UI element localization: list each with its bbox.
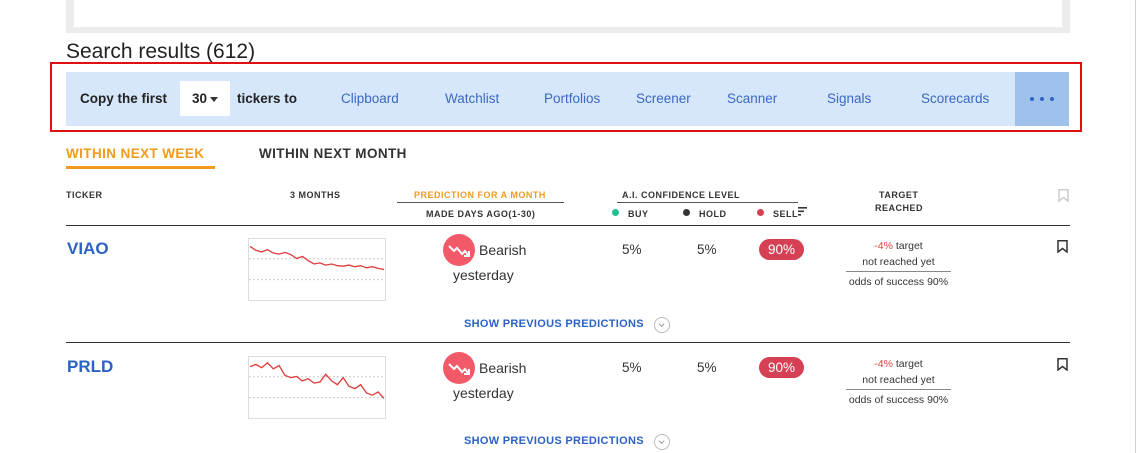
scrollbar-edge[interactable]	[1135, 0, 1136, 453]
odds-of-success: odds of success 90%	[848, 394, 949, 406]
page-title: Search results (612)	[66, 40, 256, 63]
copy-tickers-bar: Copy the first 30 tickers to Clipboard W…	[66, 72, 1069, 126]
header-divider	[617, 202, 798, 203]
ticker-link[interactable]: PRLD	[67, 357, 113, 377]
target-status: not reached yet	[846, 255, 951, 272]
prediction-made: yesterday	[453, 385, 514, 401]
buy-confidence: 5%	[622, 360, 642, 375]
target-pct: -4%	[874, 358, 893, 370]
copy-to-scanner-link[interactable]: Scanner	[727, 91, 777, 106]
prediction-label: Bearish	[479, 242, 527, 258]
buy-confidence: 5%	[622, 242, 642, 257]
copy-to-scorecards-link[interactable]: Scorecards	[921, 91, 989, 106]
header-prediction: PREDICTION FOR A MONTH	[414, 190, 546, 200]
bookmark-icon[interactable]	[1057, 240, 1068, 253]
hold-dot-icon	[683, 209, 690, 216]
sort-icon[interactable]	[798, 206, 808, 216]
ellipsis-icon	[1030, 97, 1034, 101]
sell-confidence-badge: 90%	[759, 239, 804, 260]
target-word: target	[895, 240, 923, 252]
sell-dot-icon	[757, 209, 764, 216]
row-divider	[66, 342, 1070, 343]
ellipsis-dot	[1040, 97, 1044, 101]
ticker-link[interactable]: VIAO	[67, 239, 109, 259]
chevron-down-icon[interactable]	[654, 317, 670, 333]
copy-to-signals-link[interactable]: Signals	[827, 91, 871, 106]
bearish-icon	[443, 234, 475, 266]
ticker-count-select[interactable]: 30	[180, 81, 230, 116]
odds-of-success: odds of success 90%	[848, 276, 949, 288]
bearish-icon	[443, 352, 475, 384]
target-reached-box: -4% target not reached yet odds of succe…	[846, 238, 951, 290]
copy-to-clipboard-link[interactable]: Clipboard	[341, 91, 399, 106]
more-options-button[interactable]	[1015, 72, 1069, 126]
tab-within-next-month[interactable]: WITHIN NEXT MONTH	[259, 146, 407, 161]
prediction-made: yesterday	[453, 267, 514, 283]
top-panel-frame	[66, 0, 1070, 33]
sparkline-frame	[248, 356, 386, 419]
sparkline-chart	[248, 356, 386, 419]
show-previous-predictions-link[interactable]: SHOW PREVIOUS PREDICTIONS	[464, 435, 644, 447]
header-hold: HOLD	[699, 209, 727, 219]
target-reached-box: -4% target not reached yet odds of succe…	[846, 356, 951, 408]
header-sell[interactable]: SELL	[773, 209, 798, 219]
sparkline-frame	[248, 238, 386, 301]
active-tab-underline	[66, 166, 215, 169]
header-target: TARGET	[879, 190, 919, 200]
hold-confidence: 5%	[697, 242, 717, 257]
copy-to-portfolios-link[interactable]: Portfolios	[544, 91, 600, 106]
target-status: not reached yet	[846, 373, 951, 390]
ellipsis-dot	[1050, 97, 1054, 101]
prediction-label: Bearish	[479, 360, 527, 376]
tab-within-next-week[interactable]: WITHIN NEXT WEEK	[66, 146, 204, 161]
bookmark-all-icon[interactable]	[1058, 189, 1069, 202]
header-divider	[397, 202, 564, 203]
caret-down-icon	[210, 96, 219, 102]
chevron-down-icon[interactable]	[654, 434, 670, 450]
header-buy: BUY	[628, 209, 649, 219]
show-previous-predictions-link[interactable]: SHOW PREVIOUS PREDICTIONS	[464, 318, 644, 330]
header-reached: REACHED	[875, 203, 924, 213]
table-header-rule	[66, 225, 1070, 226]
copy-to-watchlist-link[interactable]: Watchlist	[445, 91, 499, 106]
copy-to-screener-link[interactable]: Screener	[636, 91, 691, 106]
ticker-count-value: 30	[191, 91, 208, 106]
top-panel	[74, 0, 1062, 27]
sell-confidence-badge: 90%	[759, 357, 804, 378]
header-made-days: MADE DAYS AGO(1-30)	[426, 209, 536, 219]
header-3-months: 3 MONTHS	[290, 190, 341, 200]
bookmark-icon[interactable]	[1057, 358, 1068, 371]
sparkline-chart	[248, 238, 386, 301]
hold-confidence: 5%	[697, 360, 717, 375]
copy-suffix-label: tickers to	[237, 91, 298, 106]
copy-prefix-label: Copy the first	[80, 91, 168, 106]
target-pct: -4%	[874, 240, 893, 252]
target-word: target	[895, 358, 923, 370]
buy-dot-icon	[612, 209, 619, 216]
header-confidence: A.I. CONFIDENCE LEVEL	[622, 190, 741, 200]
header-ticker: TICKER	[66, 190, 103, 200]
